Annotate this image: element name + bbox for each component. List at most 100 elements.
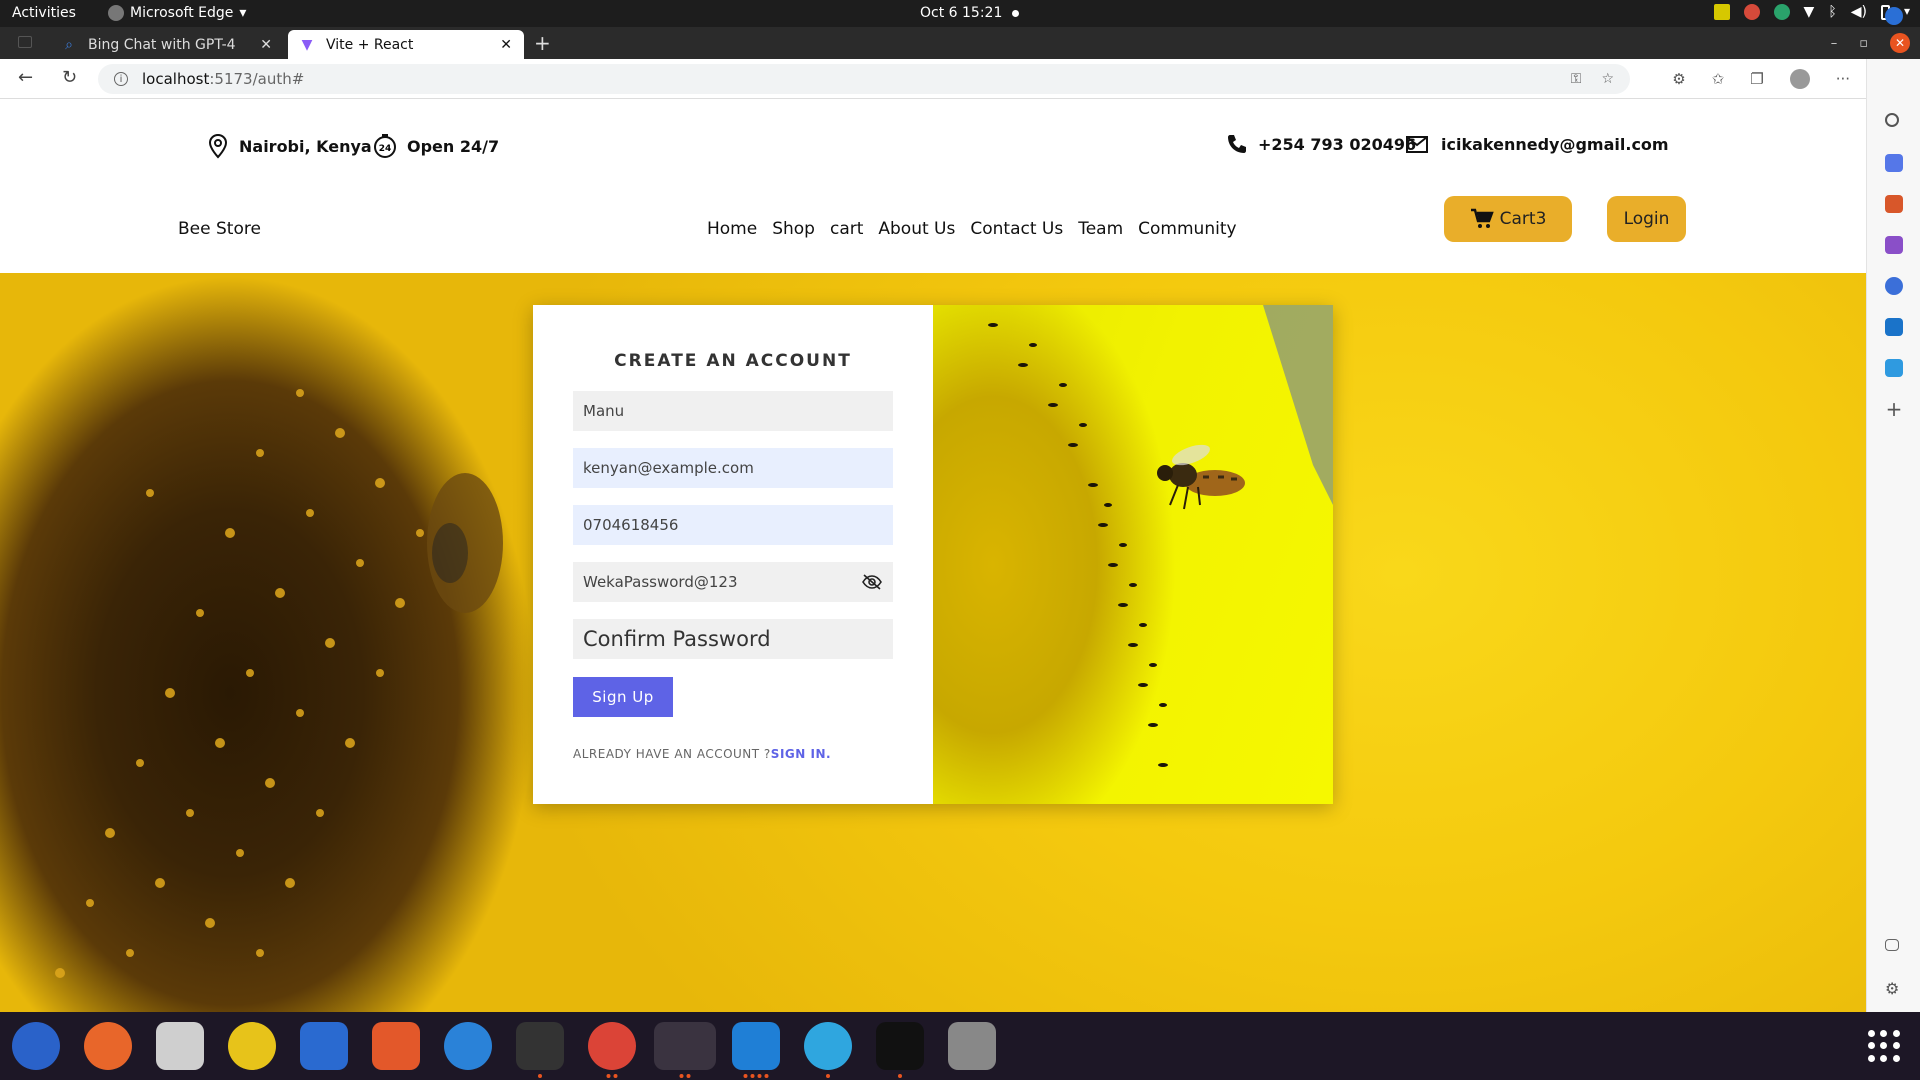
phone-field[interactable]: 0704618456 xyxy=(573,505,893,545)
extensions-icon[interactable]: ⚙ xyxy=(1672,70,1685,88)
close-window-button[interactable]: ✕ xyxy=(1890,33,1910,53)
thunderbird-icon[interactable] xyxy=(12,1022,60,1070)
site-navbar: Bee Store Home Shop cart About Us Contac… xyxy=(0,189,1866,273)
system-tray[interactable]: ▼ ᛒ ◀) ▾ xyxy=(1713,4,1910,20)
app-menu-label: Microsoft Edge xyxy=(130,5,234,21)
cart-button[interactable]: Cart3 xyxy=(1444,196,1572,242)
notes-icon xyxy=(1713,4,1730,20)
outlook-icon[interactable] xyxy=(1885,318,1903,336)
profile-avatar-icon[interactable] xyxy=(1789,69,1810,89)
map-pin-icon xyxy=(208,133,228,159)
confirm-password-placeholder: Confirm Password xyxy=(583,627,771,651)
address-row: ← ↻ i localhost:5173/auth# ⚿ ☆ ⚙ ✩ ❐ ··· xyxy=(0,59,1920,99)
firefox-icon[interactable] xyxy=(84,1022,132,1070)
login-button[interactable]: Login xyxy=(1607,196,1686,242)
bee-sunflower-image xyxy=(933,305,1333,804)
url-actions: ⚿ ☆ xyxy=(1571,71,1614,87)
bing-icon[interactable] xyxy=(1885,7,1903,25)
app-menu[interactable]: Microsoft Edge ▾ xyxy=(108,5,246,21)
workspaces-icon[interactable] xyxy=(18,36,32,48)
chevron-down-icon: ▾ xyxy=(1903,4,1910,18)
info-icon[interactable]: i xyxy=(114,72,128,86)
reload-button[interactable]: ↻ xyxy=(62,67,77,88)
close-icon[interactable]: ✕ xyxy=(500,37,512,53)
clock-24-icon: 24 xyxy=(374,134,396,158)
vscode-icon[interactable] xyxy=(732,1022,780,1078)
back-button[interactable]: ← xyxy=(18,67,33,88)
nav-contact[interactable]: Contact Us xyxy=(970,219,1063,239)
edge-sidebar: + ⚙ xyxy=(1866,7,1920,1012)
signin-prompt: ALREADY HAVE AN ACCOUNT ?SIGN IN. xyxy=(573,747,831,761)
location-text: Nairobi, Kenya xyxy=(239,136,372,156)
nav-links: Home Shop cart About Us Contact Us Team … xyxy=(707,219,1237,239)
bee-illustration xyxy=(988,305,1333,767)
taskbar-dock xyxy=(0,1012,1920,1080)
add-icon[interactable]: + xyxy=(1885,397,1903,421)
sign-in-link[interactable]: SIGN IN. xyxy=(771,747,831,761)
close-icon[interactable]: ✕ xyxy=(260,37,272,53)
app-indicator-icon-2 xyxy=(1773,4,1790,20)
chrome-icon[interactable] xyxy=(588,1022,636,1078)
writer-icon[interactable] xyxy=(300,1022,348,1070)
password-field[interactable]: WekaPassword@123 xyxy=(573,562,893,602)
rhythmbox-icon[interactable] xyxy=(228,1022,276,1070)
volume-icon: ◀) xyxy=(1850,4,1867,20)
signup-card: CREATE AN ACCOUNT Manu kenyan@example.co… xyxy=(533,305,1333,804)
office-icon[interactable] xyxy=(1885,277,1903,295)
svg-text:24: 24 xyxy=(379,144,392,154)
show-apps-grid-icon[interactable] xyxy=(1868,1030,1900,1062)
signup-form: CREATE AN ACCOUNT Manu kenyan@example.co… xyxy=(533,305,933,804)
help-icon[interactable] xyxy=(444,1022,492,1070)
web-page: Nairobi, Kenya 24 Open 24/7 +254 793 020… xyxy=(0,99,1866,1012)
tab-vite-react[interactable]: ▼ Vite + React ✕ xyxy=(288,30,524,59)
name-input-value: Manu xyxy=(583,402,625,420)
xm-icon[interactable] xyxy=(876,1022,924,1078)
nav-shop[interactable]: Shop xyxy=(772,219,815,239)
settings-gear-icon[interactable]: ⚙ xyxy=(1885,979,1903,998)
address-bar[interactable]: i localhost:5173/auth# ⚿ ☆ xyxy=(98,64,1630,94)
edge-icon xyxy=(108,5,124,21)
minimize-button[interactable]: – xyxy=(1831,36,1838,51)
trash-icon[interactable] xyxy=(948,1022,996,1070)
activities-button[interactable]: Activities xyxy=(12,5,76,21)
nav-team[interactable]: Team xyxy=(1078,219,1123,239)
more-menu-icon[interactable]: ··· xyxy=(1836,70,1850,88)
name-input[interactable]: Manu xyxy=(573,391,893,431)
telegram-icon[interactable] xyxy=(804,1022,852,1078)
system-top-bar: Activities Microsoft Edge ▾ Oct 6 15:21 … xyxy=(0,0,1920,27)
favorites-icon[interactable]: ✩ xyxy=(1712,70,1725,88)
cart-count: 3 xyxy=(1535,209,1547,229)
drop-icon[interactable] xyxy=(1885,359,1903,377)
email-field[interactable]: kenyan@example.com xyxy=(573,448,893,488)
terminal-icon[interactable] xyxy=(516,1022,564,1078)
shopping-icon[interactable] xyxy=(1885,154,1903,172)
nav-community[interactable]: Community xyxy=(1138,219,1236,239)
location-info: Nairobi, Kenya xyxy=(207,133,372,159)
email-field-value: kenyan@example.com xyxy=(583,459,754,477)
signin-prompt-text: ALREADY HAVE AN ACCOUNT ? xyxy=(573,747,771,761)
tab-strip: ⌕ Bing Chat with GPT-4 ✕ ▼ Vite + React … xyxy=(0,27,1920,59)
clock[interactable]: Oct 6 15:21 xyxy=(920,5,1020,21)
nav-home[interactable]: Home xyxy=(707,219,757,239)
wifi-icon: ▼ xyxy=(1803,4,1815,20)
favorite-add-icon[interactable]: ☆ xyxy=(1601,71,1614,87)
brand-logo[interactable]: Bee Store xyxy=(178,219,261,239)
games-icon[interactable] xyxy=(1885,236,1903,254)
edge-icon[interactable] xyxy=(654,1022,716,1078)
key-icon[interactable]: ⚿ xyxy=(1571,71,1582,87)
confirm-password-field[interactable]: Confirm Password xyxy=(573,619,893,659)
search-icon[interactable] xyxy=(1885,113,1899,127)
tab-bing-chat[interactable]: ⌕ Bing Chat with GPT-4 ✕ xyxy=(50,30,284,59)
app-center-icon[interactable] xyxy=(372,1022,420,1070)
new-tab-button[interactable]: + xyxy=(534,31,551,55)
nav-about[interactable]: About Us xyxy=(878,219,955,239)
eye-slash-icon[interactable] xyxy=(861,573,883,591)
files-icon[interactable] xyxy=(156,1022,204,1070)
tools-icon[interactable] xyxy=(1885,195,1903,213)
sidebar-toggle-icon[interactable] xyxy=(1885,939,1899,951)
restore-button[interactable]: ▫ xyxy=(1859,36,1868,51)
collections-icon[interactable]: ❐ xyxy=(1750,70,1763,88)
form-title: CREATE AN ACCOUNT xyxy=(614,351,852,371)
nav-cart[interactable]: cart xyxy=(830,219,863,239)
sign-up-button[interactable]: Sign Up xyxy=(573,677,673,717)
